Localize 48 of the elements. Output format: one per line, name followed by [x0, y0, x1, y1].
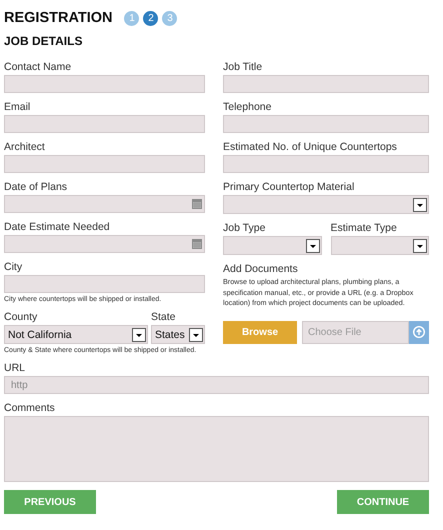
field-label: County [4, 311, 38, 324]
step-indicator: 2 [143, 10, 158, 26]
field-label: Job Type [223, 222, 266, 235]
url-field[interactable]: http [4, 376, 429, 394]
text-field[interactable] [4, 275, 205, 293]
text-field[interactable] [4, 155, 205, 173]
calendar-icon[interactable] [192, 239, 202, 249]
text-field[interactable] [4, 115, 205, 133]
field-label: Job Title [223, 61, 264, 74]
text-field[interactable] [223, 155, 429, 173]
field-label: State [151, 311, 177, 324]
continue-button[interactable]: CONTINUE [337, 490, 429, 514]
dropdown-field[interactable]: Not California [4, 325, 148, 344]
field-label: Email [4, 101, 32, 114]
dropdown-field[interactable] [223, 195, 429, 214]
field-label: Estimated No. of Unique Countertops [223, 141, 398, 154]
text-field[interactable] [223, 115, 429, 133]
field-label: Date Estimate Needed [4, 221, 111, 234]
dropdown-field[interactable] [330, 236, 429, 255]
field-label: Date of Plans [4, 181, 68, 194]
field-label: Contact Name [4, 61, 72, 74]
page-title: REGISTRATION [4, 10, 112, 26]
date-field[interactable] [4, 235, 205, 253]
upload-button[interactable] [409, 320, 429, 344]
step-indicator: 3 [162, 10, 178, 26]
step-indicator: 1 [124, 10, 140, 26]
dropdown-value: Not California [8, 328, 73, 340]
upload-icon [413, 326, 425, 338]
file-field[interactable]: Choose File [302, 320, 409, 344]
field-label: Comments [4, 402, 56, 415]
section-title: JOB DETAILS [4, 34, 84, 48]
previous-button[interactable]: PREVIOUS [4, 490, 96, 514]
text-field[interactable] [223, 75, 429, 93]
field-label: Add Documents [223, 263, 299, 276]
text-field[interactable] [4, 75, 205, 93]
dropdown-field[interactable]: States [151, 325, 205, 344]
field-label: City [4, 261, 24, 274]
comments-field[interactable] [4, 416, 429, 482]
field-label: URL [4, 362, 26, 375]
field-label: Primary Countertop Material [223, 181, 356, 194]
browse-button[interactable]: Browse [223, 320, 297, 344]
calendar-icon[interactable] [192, 199, 202, 209]
dropdown-value: States [155, 328, 186, 340]
dropdown-field[interactable] [223, 236, 322, 255]
field-label: Telephone [223, 101, 272, 114]
field-label: Estimate Type [330, 222, 398, 235]
date-field[interactable] [4, 195, 205, 213]
field-label: Architect [4, 141, 46, 154]
